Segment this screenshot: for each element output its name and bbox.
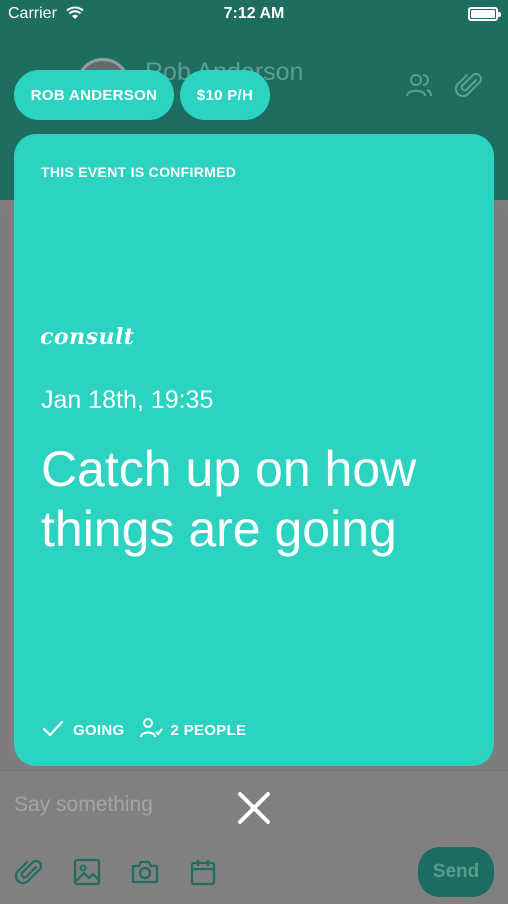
battery-icon (468, 7, 501, 21)
attendees-icon (139, 716, 171, 744)
going-label[interactable]: GOING (73, 722, 125, 739)
people-icon[interactable] (404, 70, 434, 105)
checkmark-icon (41, 716, 73, 744)
image-icon[interactable] (72, 857, 102, 887)
event-status: THIS EVENT IS CONFIRMED (41, 164, 237, 180)
people-count[interactable]: 2 PEOPLE (171, 722, 247, 739)
event-card: THIS EVENT IS CONFIRMED consult Jan 18th… (14, 134, 494, 766)
event-footer: GOING 2 PEOPLE (41, 716, 246, 744)
camera-icon[interactable] (130, 857, 160, 887)
host-name-pill[interactable]: ROB ANDERSON (14, 70, 174, 120)
close-icon[interactable] (234, 792, 274, 832)
paperclip-icon[interactable] (454, 70, 484, 105)
attachment-icon[interactable] (14, 857, 44, 887)
close-button[interactable] (234, 788, 274, 828)
event-date: Jan 18th, 19:35 (41, 386, 214, 414)
message-input[interactable]: Say something (14, 793, 153, 817)
rate-pill[interactable]: $10 P/H (180, 70, 270, 120)
send-button[interactable]: Send (418, 847, 494, 897)
event-title: Catch up on how things are going (41, 441, 417, 557)
clock: 7:12 AM (223, 5, 285, 22)
consult-logo: consult (40, 324, 135, 350)
status-bar: Carrier 7:12 AM (0, 0, 508, 30)
calendar-icon[interactable] (188, 857, 218, 887)
